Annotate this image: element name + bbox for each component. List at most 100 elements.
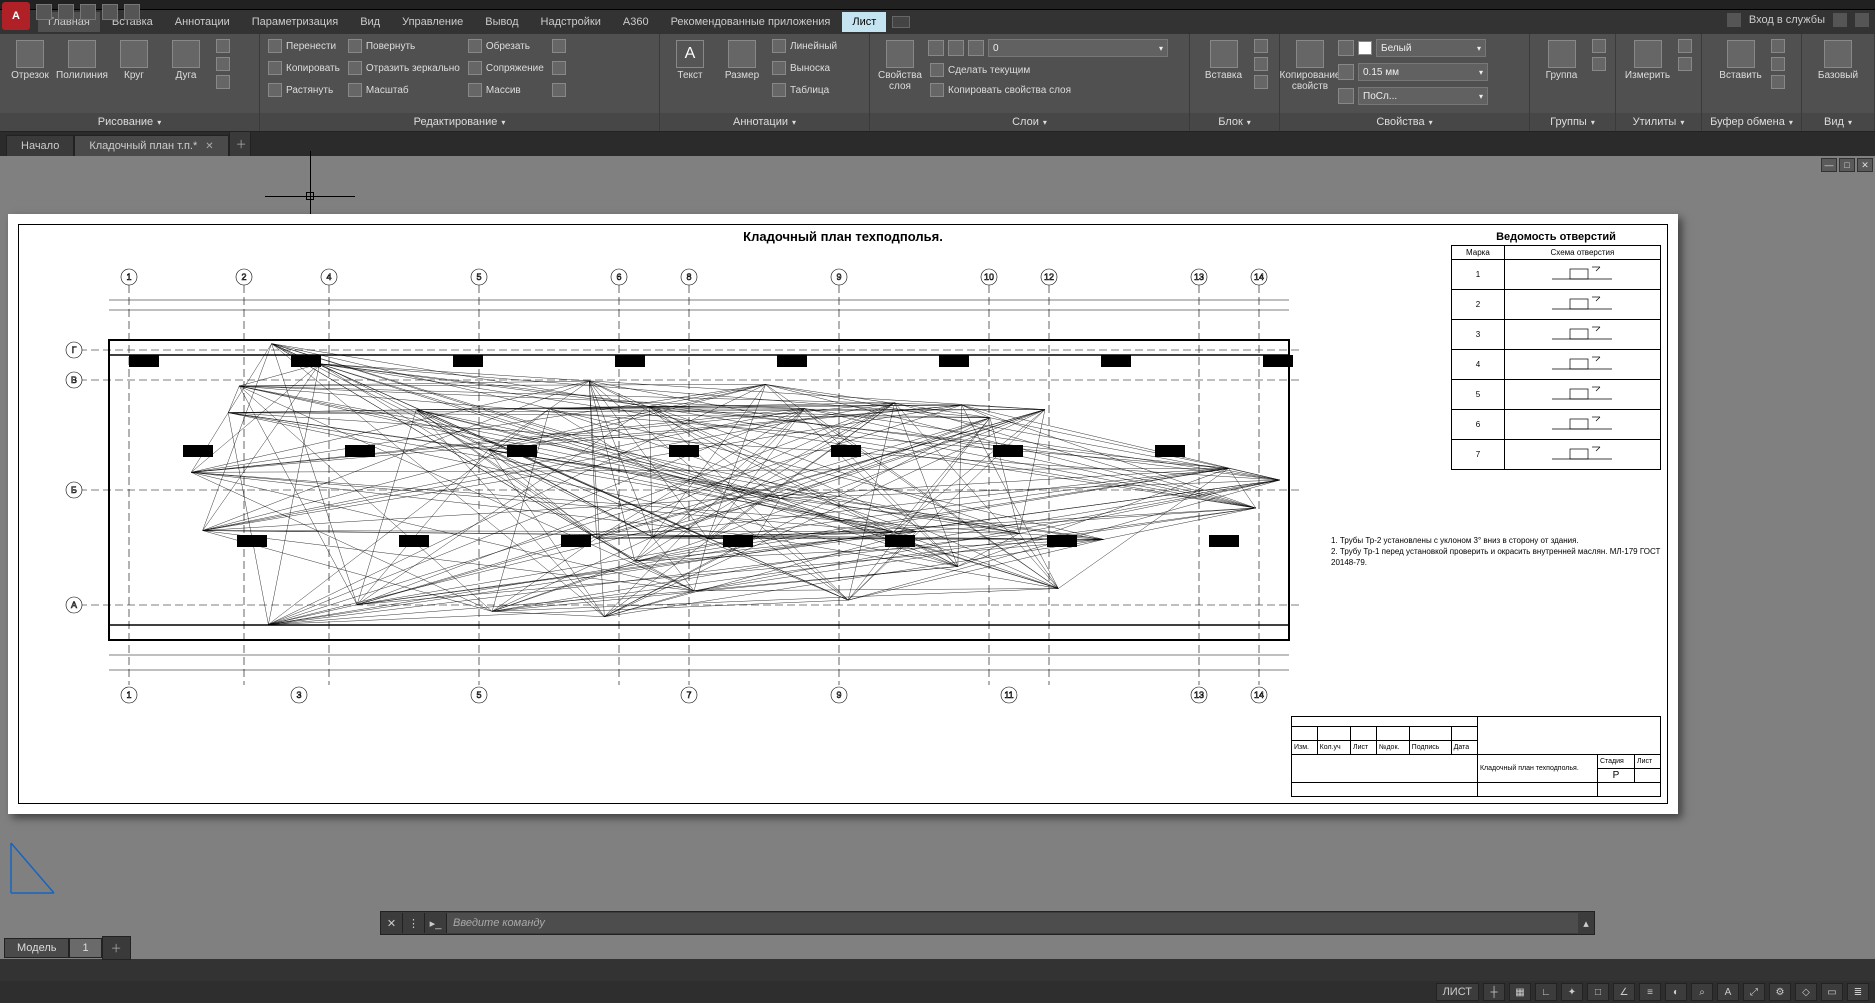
grp-extra2[interactable] [1590, 56, 1608, 72]
status-grid-icon[interactable]: ┼ [1483, 983, 1505, 1001]
panel-utils-title[interactable]: Утилиты [1616, 113, 1701, 131]
grp-extra1[interactable] [1590, 38, 1608, 54]
status-otrack-icon[interactable]: ∠ [1613, 983, 1635, 1001]
panel-modify-title[interactable]: Редактирование [260, 113, 659, 131]
add-layout-button[interactable]: ＋ [102, 936, 131, 960]
match-props-button[interactable]: Копирование свойств [1286, 38, 1334, 94]
measure-button[interactable]: Измерить [1624, 38, 1672, 83]
qat-open-icon[interactable] [58, 4, 74, 20]
copy-layer-props-button[interactable]: Копировать свойства слоя [928, 82, 1183, 98]
fillet-button[interactable]: Сопряжение [466, 60, 546, 76]
layer-lock-icon[interactable] [968, 40, 984, 56]
copy-button[interactable]: Копировать [266, 60, 342, 76]
status-custom-icon[interactable]: ≣ [1847, 983, 1869, 1001]
dim-linear-button[interactable]: Линейный [770, 38, 839, 54]
ribbon-minimize-icon[interactable] [892, 16, 910, 28]
mod-extra2[interactable] [550, 60, 568, 76]
cmd-history-icon[interactable]: ▴ [1578, 917, 1594, 930]
status-space[interactable]: ЛИСТ [1436, 983, 1479, 1001]
user-icon[interactable] [1727, 13, 1741, 27]
scale-button[interactable]: Масштаб [346, 82, 462, 98]
panel-layers-title[interactable]: Слои [870, 113, 1189, 131]
dimension-button[interactable]: Размер [718, 38, 766, 83]
mod-extra3[interactable] [550, 82, 568, 98]
stretch-button[interactable]: Растянуть [266, 82, 342, 98]
tab-view[interactable]: Вид [350, 12, 390, 32]
tab-manage[interactable]: Управление [392, 12, 473, 32]
color-combo[interactable]: Белый [1376, 39, 1486, 57]
panel-annot-title[interactable]: Аннотации [660, 113, 869, 131]
cmd-handle-icon[interactable]: ⋮ [403, 913, 425, 933]
lineweight-combo[interactable]: 0.15 мм [1358, 63, 1488, 81]
array-button[interactable]: Массив [466, 82, 546, 98]
tab-addins[interactable]: Надстройки [531, 12, 611, 32]
tab-a360[interactable]: A360 [613, 12, 659, 32]
doc-max-icon[interactable]: □ [1839, 158, 1855, 172]
drawing-area[interactable]: — □ ✕ Кладочный план техподполья. 124568… [0, 156, 1875, 959]
status-ortho-icon[interactable]: ∟ [1535, 983, 1557, 1001]
doc-close-icon[interactable]: ✕ [1857, 158, 1873, 172]
tab-model[interactable]: Модель [4, 938, 69, 958]
command-line[interactable]: ✕ ⋮ ▸_ Введите команду ▴ [380, 911, 1595, 935]
doc-min-icon[interactable]: — [1821, 158, 1837, 172]
tab-output[interactable]: Вывод [475, 12, 528, 32]
status-scale-icon[interactable]: ⤢ [1743, 983, 1765, 1001]
panel-view-title[interactable]: Вид [1802, 113, 1874, 131]
file-tab-doc[interactable]: Кладочный план т.п.*✕ [74, 135, 228, 156]
clip-extra1[interactable] [1769, 38, 1787, 54]
status-qp-icon[interactable]: ⌕ [1691, 983, 1713, 1001]
block-extra3[interactable] [1252, 74, 1270, 90]
polyline-button[interactable]: Полилиния [58, 38, 106, 83]
layer-props-button[interactable]: Свойства слоя [876, 38, 924, 94]
status-annoscale-icon[interactable]: A [1717, 983, 1739, 1001]
close-tab-icon[interactable]: ✕ [205, 141, 213, 152]
baseview-button[interactable]: Базовый [1814, 38, 1862, 83]
leader-button[interactable]: Выноска [770, 60, 839, 76]
status-lwt-icon[interactable]: ≡ [1639, 983, 1661, 1001]
tab-layout[interactable]: Лист [842, 12, 886, 32]
block-extra2[interactable] [1252, 56, 1270, 72]
panel-draw-title[interactable]: Рисование [0, 113, 259, 131]
draw-extra-3[interactable] [214, 74, 232, 90]
qat-new-icon[interactable] [36, 4, 52, 20]
layer-combo[interactable]: 0 [988, 39, 1168, 57]
qat-undo-icon[interactable] [102, 4, 118, 20]
tab-annot[interactable]: Аннотации [165, 12, 240, 32]
status-osnap-icon[interactable]: □ [1587, 983, 1609, 1001]
clip-extra3[interactable] [1769, 74, 1787, 90]
circle-button[interactable]: Круг [110, 38, 158, 83]
line-button[interactable]: Отрезок [6, 38, 54, 83]
group-button[interactable]: Группа [1538, 38, 1586, 83]
table-button[interactable]: Таблица [770, 82, 839, 98]
draw-extra-2[interactable] [214, 56, 232, 72]
move-button[interactable]: Перенести [266, 38, 342, 54]
status-iso-icon[interactable]: ◇ [1795, 983, 1817, 1001]
tab-layout1[interactable]: 1 [69, 938, 101, 958]
paste-button[interactable]: Вставить [1717, 38, 1765, 83]
text-button[interactable]: AТекст [666, 38, 714, 83]
command-input[interactable]: Введите команду [447, 913, 1578, 933]
util-extra1[interactable] [1676, 38, 1694, 54]
block-extra1[interactable] [1252, 38, 1270, 54]
panel-groups-title[interactable]: Группы [1530, 113, 1615, 131]
help-icon[interactable] [1855, 13, 1869, 27]
trim-button[interactable]: Обрезать [466, 38, 546, 54]
layer-on-icon[interactable] [928, 40, 944, 56]
panel-props-title[interactable]: Свойства [1280, 113, 1529, 131]
panel-block-title[interactable]: Блок [1190, 113, 1279, 131]
status-transp-icon[interactable]: ◐ [1665, 983, 1687, 1001]
tab-param[interactable]: Параметризация [242, 12, 348, 32]
new-tab-button[interactable]: ＋ [229, 131, 251, 156]
cmd-recent-icon[interactable]: ▸_ [425, 913, 447, 933]
mod-extra1[interactable] [550, 38, 568, 54]
status-clean-icon[interactable]: ▭ [1821, 983, 1843, 1001]
util-extra2[interactable] [1676, 56, 1694, 72]
mirror-button[interactable]: Отразить зеркально [346, 60, 462, 76]
rotate-button[interactable]: Повернуть [346, 38, 462, 54]
qat-save-icon[interactable] [80, 4, 96, 20]
status-polar-icon[interactable]: ✦ [1561, 983, 1583, 1001]
exchange-icon[interactable] [1833, 13, 1847, 27]
make-current-button[interactable]: Сделать текущим [928, 62, 1183, 78]
panel-clip-title[interactable]: Буфер обмена [1702, 113, 1801, 131]
arc-button[interactable]: Дуга [162, 38, 210, 83]
